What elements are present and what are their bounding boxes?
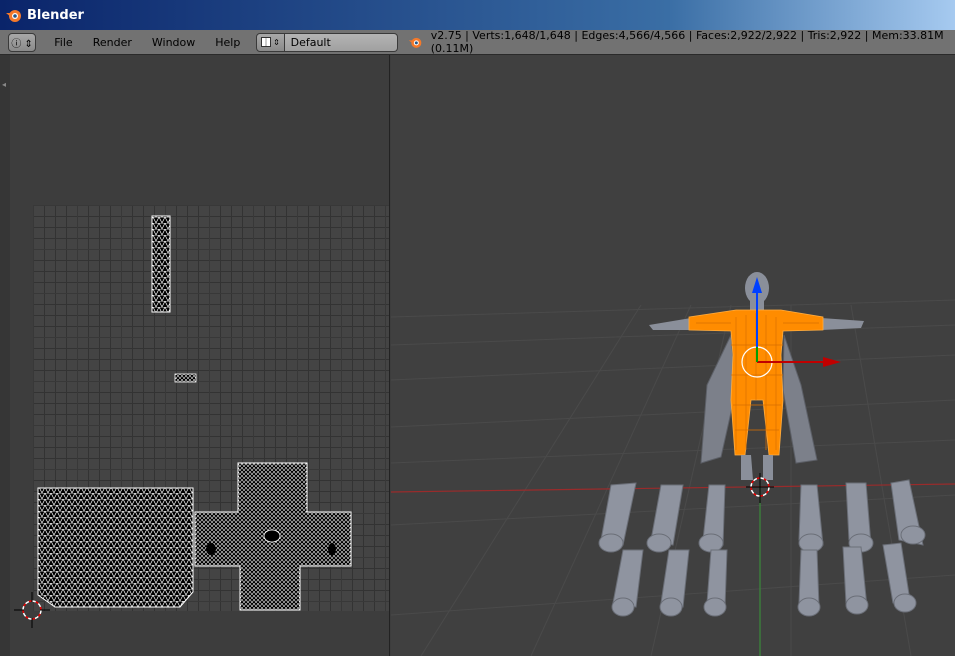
layout-grid-icon (261, 37, 272, 47)
x-arrow-icon[interactable] (823, 357, 841, 367)
menu-help[interactable]: Help (205, 36, 250, 49)
viewport-scene (391, 272, 955, 656)
chevron-updown-icon: ⇕ (273, 37, 280, 47)
screen-layout-field[interactable]: Default (284, 32, 398, 52)
screen-layout-browse-button[interactable]: ⇕ (256, 32, 285, 52)
uv-island-body[interactable] (37, 487, 194, 608)
blender-logo-icon (6, 10, 21, 22)
character-feet (741, 455, 773, 480)
screen-layout-name: Default (290, 35, 331, 49)
window-title: Blender (27, 7, 84, 23)
main-menu: File Render Window Help (44, 36, 250, 49)
uv-hole (328, 543, 336, 555)
uv-hole (263, 529, 281, 543)
stats-text: v2.75 | Verts:1,648/1,648 | Edges:4,566/… (430, 29, 944, 55)
uv-hole (206, 543, 216, 555)
uv-island-strip[interactable] (151, 215, 171, 313)
uv-islands-layer (14, 215, 352, 628)
blender-logo-icon (408, 37, 422, 48)
menu-render[interactable]: Render (83, 36, 142, 49)
scene-statistics: v2.75 | Verts:1,648/1,648 | Edges:4,566/… (408, 29, 955, 55)
uv-image-editor[interactable]: ◂ (0, 55, 390, 656)
editor-type-selector[interactable]: ⓘ ⇕ (8, 32, 37, 52)
3d-viewport[interactable] (391, 55, 955, 656)
info-icon: ⓘ ⇕ (11, 38, 33, 50)
fist-meshes (598, 479, 926, 617)
info-header: ⓘ ⇕ File Render Window Help ⇕ Default v2… (0, 29, 955, 55)
menu-file[interactable]: File (44, 36, 82, 49)
menu-window[interactable]: Window (142, 36, 205, 49)
window-titlebar: Blender (0, 0, 955, 30)
uv-island-small[interactable] (174, 373, 197, 383)
